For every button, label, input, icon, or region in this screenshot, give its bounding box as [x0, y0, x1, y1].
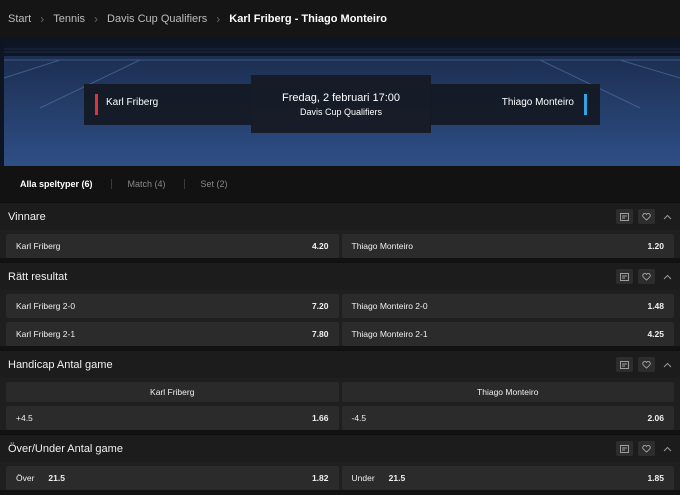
column-header-row: Karl Friberg Thiago Monteiro: [6, 382, 674, 402]
column-header-home: Karl Friberg: [6, 382, 339, 402]
home-team-color-bar: [95, 94, 98, 115]
chevron-up-icon[interactable]: [663, 444, 672, 453]
statistics-icon[interactable]: [616, 209, 633, 224]
bet-option-away[interactable]: Thiago Monteiro 1.20: [341, 234, 674, 258]
chevron-up-icon[interactable]: [663, 212, 672, 221]
away-team-name: Thiago Monteiro: [501, 97, 574, 108]
event-hero: Karl Friberg Fredag, 2 februari 17:00 Da…: [0, 38, 680, 166]
option-label: Thiago Monteiro: [351, 241, 413, 251]
bet-option[interactable]: -4.5 2.06: [341, 406, 674, 430]
market-header[interactable]: Handicap Antal game: [0, 350, 680, 378]
market-header[interactable]: Rätt resultat: [0, 262, 680, 290]
market-winner: Vinnare Karl Friberg 4.20 Thiago Monteiro…: [0, 202, 680, 258]
market-options: Över 21.5 1.82 Under 21.5 1.85: [0, 462, 680, 490]
market-title: Handicap Antal game: [8, 358, 113, 371]
away-team-color-bar: [584, 94, 587, 115]
event-competition: Davis Cup Qualifiers: [299, 107, 383, 117]
market-tabs: Alla speltyper (6) Match (4) Set (2): [0, 166, 680, 202]
column-header-away: Thiago Monteiro: [341, 382, 674, 402]
home-team-name: Karl Friberg: [106, 97, 159, 108]
option-odds: 1.66: [311, 413, 329, 423]
tab-all-markets[interactable]: Alla speltyper (6): [20, 179, 93, 189]
option-line: 21.5: [48, 473, 65, 483]
option-label: Thiago Monteiro 2-1: [351, 329, 428, 339]
option-odds: 2.06: [647, 413, 664, 423]
option-label: +4.5: [16, 413, 33, 423]
bet-option-over[interactable]: Över 21.5 1.82: [6, 466, 339, 490]
option-odds: 4.25: [647, 329, 664, 339]
option-label: -4.5: [351, 413, 367, 423]
event-date: Fredag, 2 februari 17:00: [281, 92, 401, 104]
option-odds: 1.85: [647, 473, 664, 483]
breadcrumb-tennis[interactable]: Tennis: [53, 13, 85, 25]
market-title: Vinnare: [8, 210, 46, 223]
option-odds: 1.20: [647, 241, 664, 251]
market-header[interactable]: Vinnare: [0, 202, 680, 230]
option-label: Karl Friberg 2-0: [16, 301, 76, 311]
option-row: +4.5 1.66 -4.5 2.06: [6, 406, 674, 430]
heart-icon[interactable]: [638, 441, 655, 456]
market-options: Karl Friberg 4.20 Thiago Monteiro 1.20: [0, 230, 680, 258]
bet-option-home[interactable]: Karl Friberg 4.20: [6, 234, 339, 258]
market-options: Karl Friberg 2-0 7.20 Thiago Monteiro 2-0…: [0, 290, 680, 346]
market-correct-score: Rätt resultat Karl Friberg 2-0 7.20 Thiag…: [0, 262, 680, 346]
option-label: Karl Friberg: [16, 241, 61, 251]
market-title: Över/Under Antal game: [8, 442, 123, 455]
market-title: Rätt resultat: [8, 270, 68, 283]
heart-icon[interactable]: [638, 269, 655, 284]
tab-set[interactable]: Set (2): [201, 179, 228, 189]
breadcrumb: Start › Tennis › Davis Cup Qualifiers › …: [0, 0, 680, 38]
bet-option-under[interactable]: Under 21.5 1.85: [341, 466, 674, 490]
chevron-up-icon[interactable]: [663, 272, 672, 281]
option-row: Karl Friberg 2-0 7.20 Thiago Monteiro 2-0…: [6, 294, 674, 318]
market-over-under-games: Över/Under Antal game Över 21.5 1.82 Under…: [0, 434, 680, 490]
event-info-box: Fredag, 2 februari 17:00 Davis Cup Quali…: [251, 75, 431, 133]
home-team-box: Karl Friberg: [84, 84, 252, 125]
option-odds: 7.20: [311, 301, 329, 311]
chevron-right-icon: ›: [216, 12, 221, 26]
chevron-right-icon: ›: [40, 12, 45, 26]
tab-divider: [183, 179, 185, 189]
breadcrumb-event: Karl Friberg - Thiago Monteiro: [229, 13, 387, 25]
chevron-right-icon: ›: [94, 12, 99, 26]
option-label: Under: [351, 473, 375, 483]
option-label: Karl Friberg 2-1: [16, 329, 76, 339]
market-options: Karl Friberg Thiago Monteiro +4.5 1.66 -4…: [0, 378, 680, 430]
option-odds: 1.48: [647, 301, 664, 311]
statistics-icon[interactable]: [616, 269, 633, 284]
away-team-box: Thiago Monteiro: [430, 84, 600, 125]
option-odds: 1.82: [311, 473, 329, 483]
market-handicap-games: Handicap Antal game Karl Friberg Thiago …: [0, 350, 680, 430]
bet-option[interactable]: Thiago Monteiro 2-1 4.25: [341, 322, 674, 346]
option-odds: 7.80: [311, 329, 329, 339]
breadcrumb-competition[interactable]: Davis Cup Qualifiers: [107, 13, 207, 25]
breadcrumb-start[interactable]: Start: [8, 13, 31, 25]
bet-option[interactable]: +4.5 1.66: [6, 406, 339, 430]
heart-icon[interactable]: [638, 357, 655, 372]
tab-divider: [110, 179, 112, 189]
bet-option[interactable]: Karl Friberg 2-0 7.20: [6, 294, 339, 318]
tab-match[interactable]: Match (4): [128, 179, 166, 189]
statistics-icon[interactable]: [616, 441, 633, 456]
option-label: Thiago Monteiro 2-0: [351, 301, 428, 311]
market-header[interactable]: Över/Under Antal game: [0, 434, 680, 462]
option-row: Över 21.5 1.82 Under 21.5 1.85: [6, 466, 674, 490]
option-odds: 4.20: [311, 241, 329, 251]
statistics-icon[interactable]: [616, 357, 633, 372]
option-row: Karl Friberg 4.20 Thiago Monteiro 1.20: [6, 234, 674, 258]
option-row: Karl Friberg 2-1 7.80 Thiago Monteiro 2-1…: [6, 322, 674, 346]
bet-option[interactable]: Thiago Monteiro 2-0 1.48: [341, 294, 674, 318]
chevron-up-icon[interactable]: [663, 360, 672, 369]
option-label: Över: [16, 473, 35, 483]
option-line: 21.5: [388, 473, 406, 483]
heart-icon[interactable]: [638, 209, 655, 224]
bet-option[interactable]: Karl Friberg 2-1 7.80: [6, 322, 339, 346]
